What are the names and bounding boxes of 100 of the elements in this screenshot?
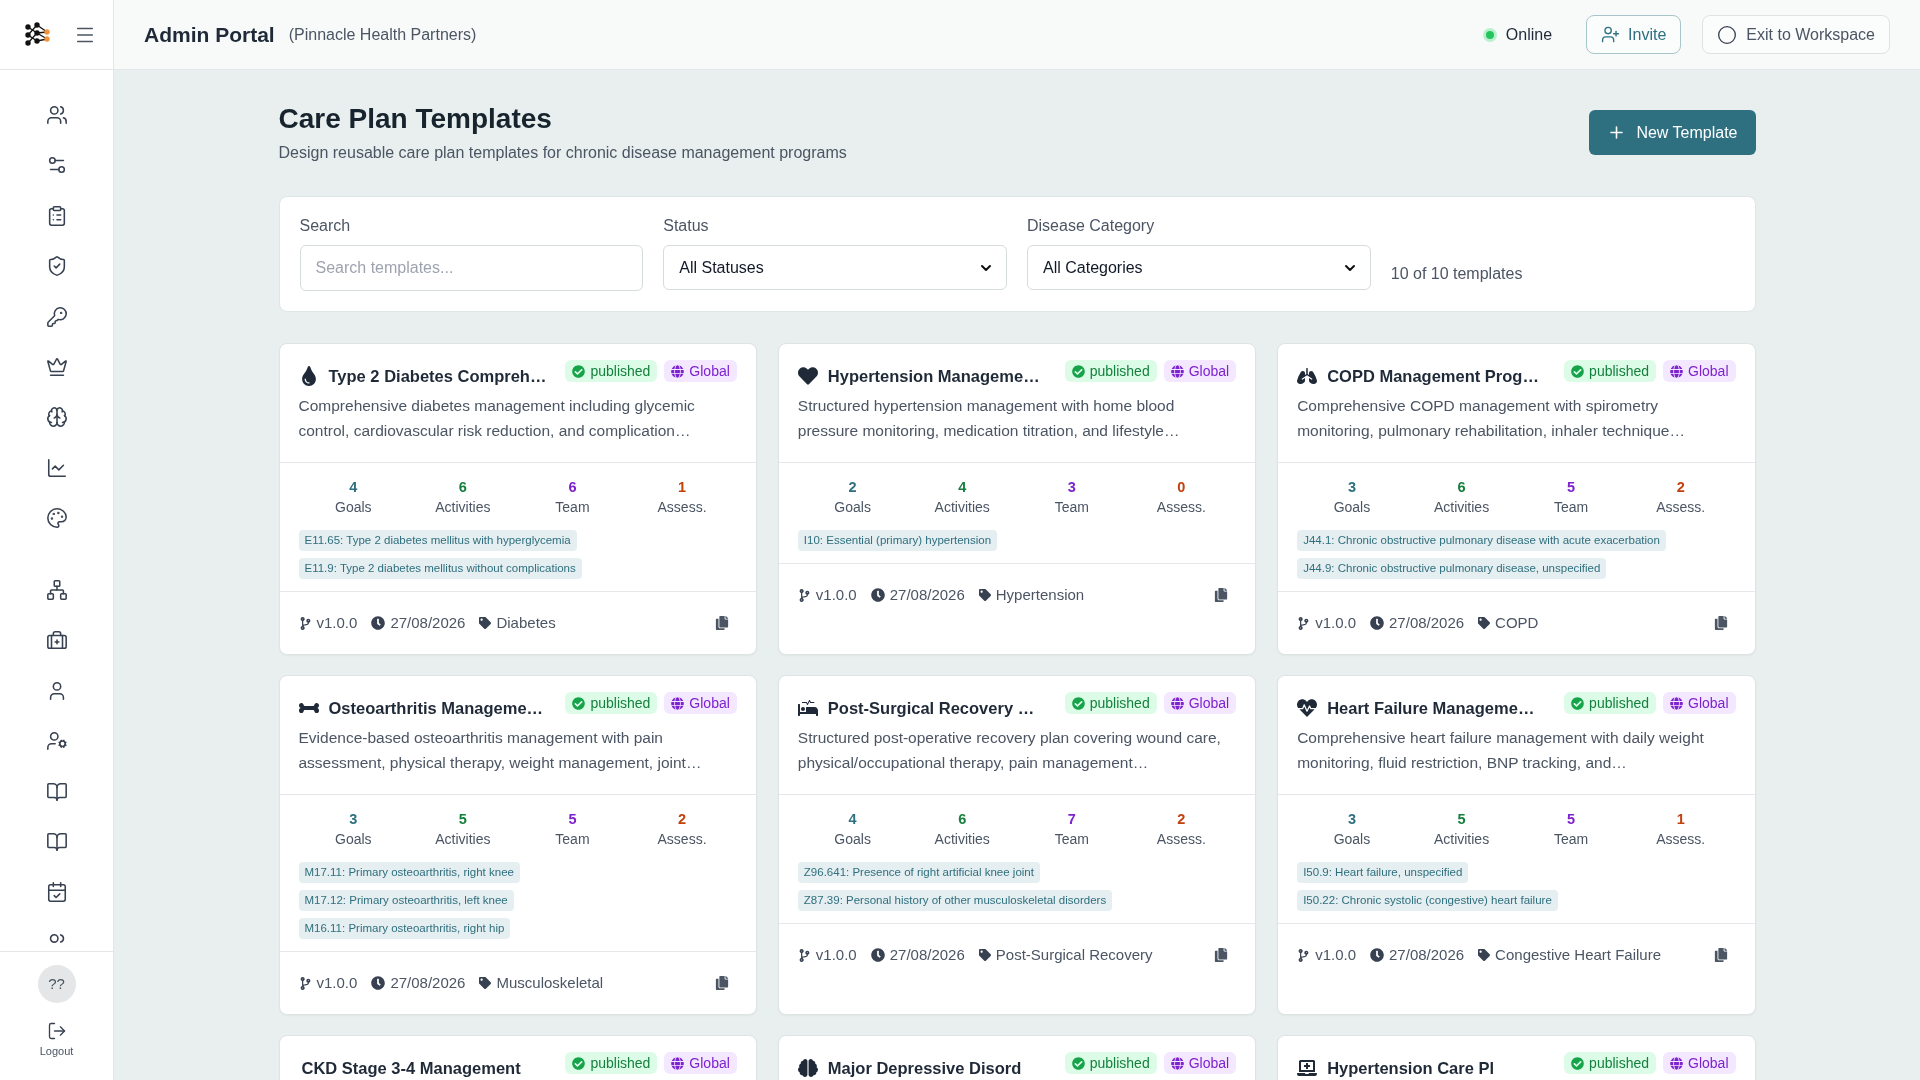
template-description: Structured hypertension management with home blood pressure monitoring, medication titration, and lifestyle… [797,396,1181,441]
diagnosis-code-tag: I50.9: Heart failure, unspecified [1297,862,1469,883]
clock-icon [371,616,386,630]
copy-icon[interactable] [1713,948,1728,962]
stat-value: 5 [1457,810,1466,829]
copy-icon[interactable] [714,976,729,990]
stat-label: Goals [335,830,372,849]
copy-icon[interactable] [1214,588,1229,602]
copy-icon[interactable] [1214,948,1229,962]
diagnosis-code-tag: I10: Essential (primary) hypertension [797,530,998,551]
template-card[interactable] [278,343,757,655]
branch-icon [298,976,312,990]
scope-badge: Global [1663,692,1736,714]
stat-value: 6 [458,478,467,497]
stat-label: Goals [335,498,372,517]
stat-value: 1 [678,478,687,497]
stat-value: 7 [1067,810,1076,829]
stat-value: 2 [848,478,857,497]
template-description: Structured post-operative recovery plan covering wound care, physical/occupational therapy, pain management… [797,728,1222,773]
diagnosis-code-tag: M16.11: Primary osteoarthritis, right hip [298,918,511,939]
status-badge: published [1064,360,1157,382]
template-card[interactable]: Hypertension Care Pl published Global [1277,1035,1756,1080]
palette-icon[interactable] [45,507,68,530]
status-select[interactable]: All Statuses [663,245,1007,290]
stat-value: 3 [1067,478,1076,497]
lungs-icon [1297,366,1318,386]
template-version: v1.0.0 [316,613,358,633]
stat-label: Activities [435,498,491,517]
book-icon[interactable] [45,831,68,854]
template-card[interactable]: Major Depressive Disord published Global [777,1035,1257,1080]
branch-icon [298,616,312,630]
template-card[interactable] [777,675,1257,1015]
user-settings-icon[interactable] [45,730,68,753]
template-title: COPD Management Prog… [1327,366,1540,387]
logout-button[interactable]: Logout [39,1021,74,1058]
new-template-button[interactable]: New Template [1589,110,1756,155]
globe-icon [1670,696,1684,710]
template-card[interactable] [278,675,757,1015]
template-card[interactable]: CKD Stage 3-4 Management published Global [278,1035,757,1080]
scope-badge: Global [664,692,737,714]
template-date: 27/08/2026 [889,585,965,605]
search-field[interactable]: Search templates... [299,245,644,291]
globe-icon [671,696,685,710]
clock-icon [371,976,386,990]
stat-value: 4 [848,810,857,829]
template-title: Post-Surgical Recovery … [827,698,1036,719]
line-chart-icon[interactable] [45,456,68,479]
template-card[interactable] [777,343,1257,655]
stat-value: 5 [1567,810,1576,829]
stat-label: Assess. [657,498,707,517]
diagnosis-code-tag: M17.11: Primary osteoarthritis, right knee [298,862,520,883]
hierarchy-icon[interactable] [45,579,68,602]
book-icon[interactable] [45,780,68,803]
template-card[interactable] [1277,675,1756,1015]
status-badge: published [565,692,658,714]
stat-value: 6 [958,810,967,829]
diagnosis-code-tag: Z96.641: Presence of right artificial knee joint [797,862,1040,883]
hospital-bed-icon [797,698,818,718]
stat-value: 3 [349,810,358,829]
crown-icon[interactable] [45,355,68,378]
diagnosis-code-tag: Z87.39: Personal history of other musculoskeletal disorders [797,890,1113,911]
stat-label: Assess. [1156,830,1206,849]
tag-icon [479,977,492,989]
medical-kit-icon[interactable] [45,629,68,652]
template-title: Heart Failure Manageme… [1327,698,1536,719]
calendar-check-icon[interactable] [45,881,68,904]
stat-label: Assess. [1656,830,1706,849]
scope-badge: Global [1663,360,1736,382]
globe-icon [1670,1056,1684,1070]
brain-icon[interactable] [45,406,68,429]
category-select[interactable]: All Categories [1027,245,1371,290]
key-icon[interactable] [45,305,68,328]
clock-icon [1370,948,1385,962]
circle-icon [1717,24,1738,45]
status-badge: published [1564,360,1657,382]
clock-icon [1370,616,1385,630]
scope-badge: Global [664,1052,737,1074]
page-subtitle: Design reusable care plan templates for chronic disease management programs [278,143,847,163]
globe-icon [671,1056,685,1070]
stat-label: Goals [1333,830,1371,849]
invite-button[interactable]: Invite [1586,15,1682,54]
template-description: Evidence-based osteoarthritis management with pain assessment, physical therapy, weight management, joint… [298,728,703,773]
template-date: 27/08/2026 [390,973,466,993]
stat-label: Team [1054,498,1089,517]
template-date: 27/08/2026 [1389,613,1465,633]
clock-icon [870,948,885,962]
copy-icon[interactable] [1713,616,1728,630]
template-count: 10 of 10 templates [1390,264,1523,284]
template-date: 27/08/2026 [1389,945,1465,965]
stat-label: Team [1554,830,1589,849]
globe-icon [1170,696,1184,710]
stat-label: Team [555,498,590,517]
exit-workspace-button[interactable]: Exit to Workspace [1702,15,1890,54]
avatar[interactable]: ?? [37,965,76,1003]
scope-badge: Global [1163,692,1237,714]
stat-value: 3 [1347,478,1356,497]
template-card[interactable] [1277,343,1756,655]
users-icon[interactable] [45,104,68,126]
stat-label: Goals [1333,498,1371,517]
copy-icon[interactable] [714,616,729,630]
